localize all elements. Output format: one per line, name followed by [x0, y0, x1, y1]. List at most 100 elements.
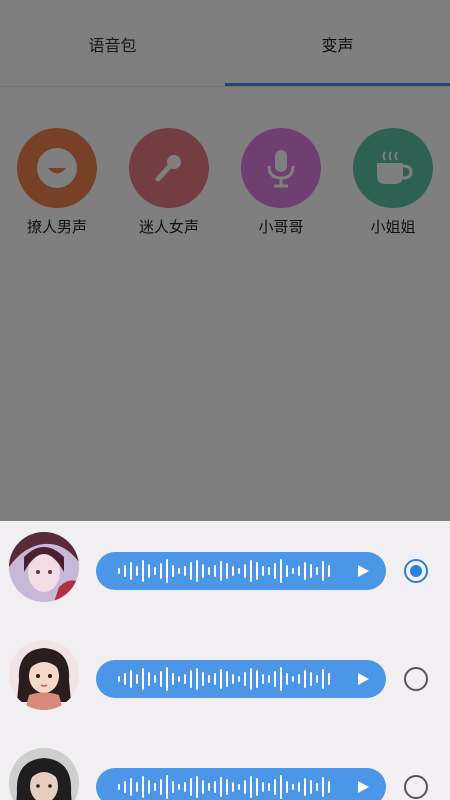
waveform-bar [310, 564, 312, 578]
waveform-bar [202, 780, 204, 794]
waveform-bar [226, 671, 228, 687]
waveform-bar [184, 566, 186, 576]
waveform-bar [256, 778, 258, 796]
waveform-bar [244, 780, 246, 794]
waveform-bar [202, 672, 204, 686]
waveform-bar [148, 564, 150, 578]
waveform-bar [280, 667, 282, 691]
avatar [9, 532, 79, 602]
waveform-bar [166, 559, 168, 583]
waveform-bar [238, 784, 240, 790]
waveform-bar [244, 672, 246, 686]
waveform-bar [232, 566, 234, 576]
select-radio[interactable] [404, 775, 428, 799]
voice-play-button[interactable] [96, 660, 386, 698]
waveform-bar [154, 783, 156, 791]
avatar [9, 640, 79, 710]
waveform-bar [232, 782, 234, 792]
waveform-bar [118, 784, 120, 790]
waveform-bar [256, 670, 258, 688]
waveform-bar [136, 566, 138, 576]
waveform-bar [166, 667, 168, 691]
voice-sample-row[interactable] [0, 740, 450, 800]
waveform-bar [226, 779, 228, 795]
waveform-bar [172, 673, 174, 685]
waveform-bar [316, 783, 318, 791]
waveform-bar [286, 673, 288, 685]
waveform-bar [208, 567, 210, 575]
waveform-bar [178, 784, 180, 790]
waveform-bar [124, 781, 126, 793]
waveform-bar [268, 675, 270, 683]
waveform-bar [316, 675, 318, 683]
waveform-bar [172, 565, 174, 577]
waveform-bar [166, 775, 168, 799]
waveform-bar [136, 782, 138, 792]
voice-sample-row[interactable] [0, 524, 450, 614]
waveform-bar [196, 668, 198, 690]
waveform-bar [292, 784, 294, 790]
waveform-bar [274, 779, 276, 795]
waveform-bar [190, 670, 192, 688]
waveform-bar [238, 676, 240, 682]
waveform-bar [214, 565, 216, 577]
waveform-bar [190, 778, 192, 796]
play-icon [358, 781, 369, 793]
waveform-bar [172, 781, 174, 793]
waveform-bar [118, 568, 120, 574]
waveform-bar [280, 775, 282, 799]
waveform-bar [304, 562, 306, 580]
waveform-bar [160, 563, 162, 579]
waveform-bar [184, 782, 186, 792]
waveform-bar [178, 676, 180, 682]
waveform-bar [226, 563, 228, 579]
waveform-bar [214, 673, 216, 685]
waveform-bar [220, 777, 222, 797]
waveform-bar [244, 564, 246, 578]
waveform-bar [124, 565, 126, 577]
waveform-bar [250, 776, 252, 798]
waveform-bar [322, 669, 324, 689]
waveform-bar [214, 781, 216, 793]
waveform-bar [298, 782, 300, 792]
waveform-bar [148, 780, 150, 794]
waveform-icon [118, 667, 330, 691]
voice-play-button[interactable] [96, 552, 386, 590]
waveform-bar [304, 778, 306, 796]
waveform-bar [196, 560, 198, 582]
waveform-bar [130, 670, 132, 688]
photo-girl-avatar [9, 748, 79, 800]
avatar [9, 748, 79, 800]
waveform-bar [160, 671, 162, 687]
waveform-bar [178, 568, 180, 574]
waveform-bar [142, 776, 144, 798]
select-radio[interactable] [404, 667, 428, 691]
waveform-bar [292, 568, 294, 574]
waveform-bar [262, 674, 264, 684]
waveform-bar [262, 566, 264, 576]
waveform-bar [298, 566, 300, 576]
waveform-bar [220, 669, 222, 689]
voice-play-button[interactable] [96, 768, 386, 800]
waveform-bar [286, 565, 288, 577]
waveform-bar [328, 673, 330, 685]
waveform-bar [130, 562, 132, 580]
waveform-bar [154, 567, 156, 575]
waveform-bar [232, 674, 234, 684]
waveform-bar [238, 568, 240, 574]
voice-sample-sheet [0, 521, 450, 800]
waveform-bar [292, 676, 294, 682]
waveform-bar [154, 675, 156, 683]
waveform-bar [202, 564, 204, 578]
play-icon [358, 565, 369, 577]
waveform-bar [328, 781, 330, 793]
waveform-bar [160, 779, 162, 795]
waveform-bar [220, 561, 222, 581]
waveform-bar [250, 668, 252, 690]
voice-sample-row[interactable] [0, 632, 450, 722]
waveform-bar [262, 782, 264, 792]
waveform-bar [142, 668, 144, 690]
waveform-bar [310, 780, 312, 794]
select-radio[interactable] [404, 559, 428, 583]
cartoon-girl-avatar [9, 640, 79, 710]
